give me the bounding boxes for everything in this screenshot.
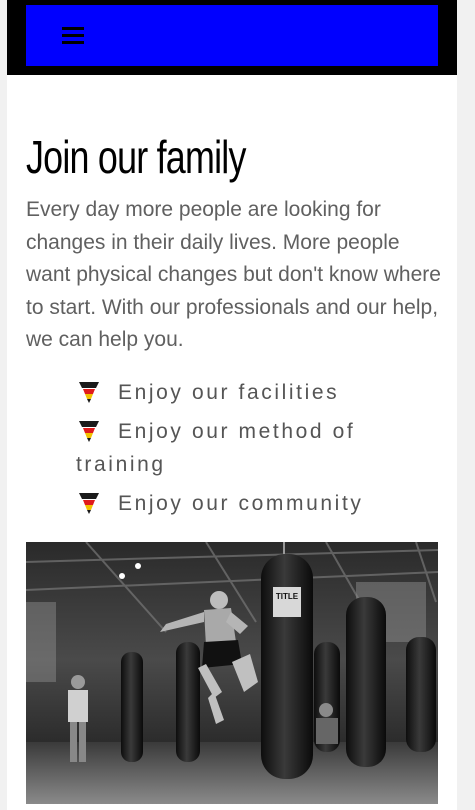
feature-item: Enjoy our method of training (76, 415, 406, 481)
feature-item: Enjoy our facilities (76, 376, 406, 409)
feature-item: Enjoy our community (76, 487, 406, 520)
feature-label: Enjoy our method of training (76, 420, 356, 476)
kettlebell-icon (79, 421, 99, 442)
page-title: Join our family (26, 131, 246, 183)
feature-list: Enjoy our facilities Enjoy our method of… (76, 376, 406, 526)
hamburger-menu-icon[interactable] (62, 27, 84, 45)
site-header (7, 0, 457, 75)
gym-photo: TITLE (26, 542, 438, 804)
kettlebell-icon (79, 382, 99, 403)
intro-paragraph: Every day more people are looking for ch… (26, 198, 441, 351)
feature-label: Enjoy our facilities (118, 381, 340, 404)
navbar (26, 5, 438, 66)
kettlebell-icon (79, 493, 99, 514)
kickboxing-gym-photo: TITLE (26, 542, 438, 804)
svg-text:TITLE: TITLE (276, 592, 299, 601)
feature-label: Enjoy our community (118, 492, 364, 515)
